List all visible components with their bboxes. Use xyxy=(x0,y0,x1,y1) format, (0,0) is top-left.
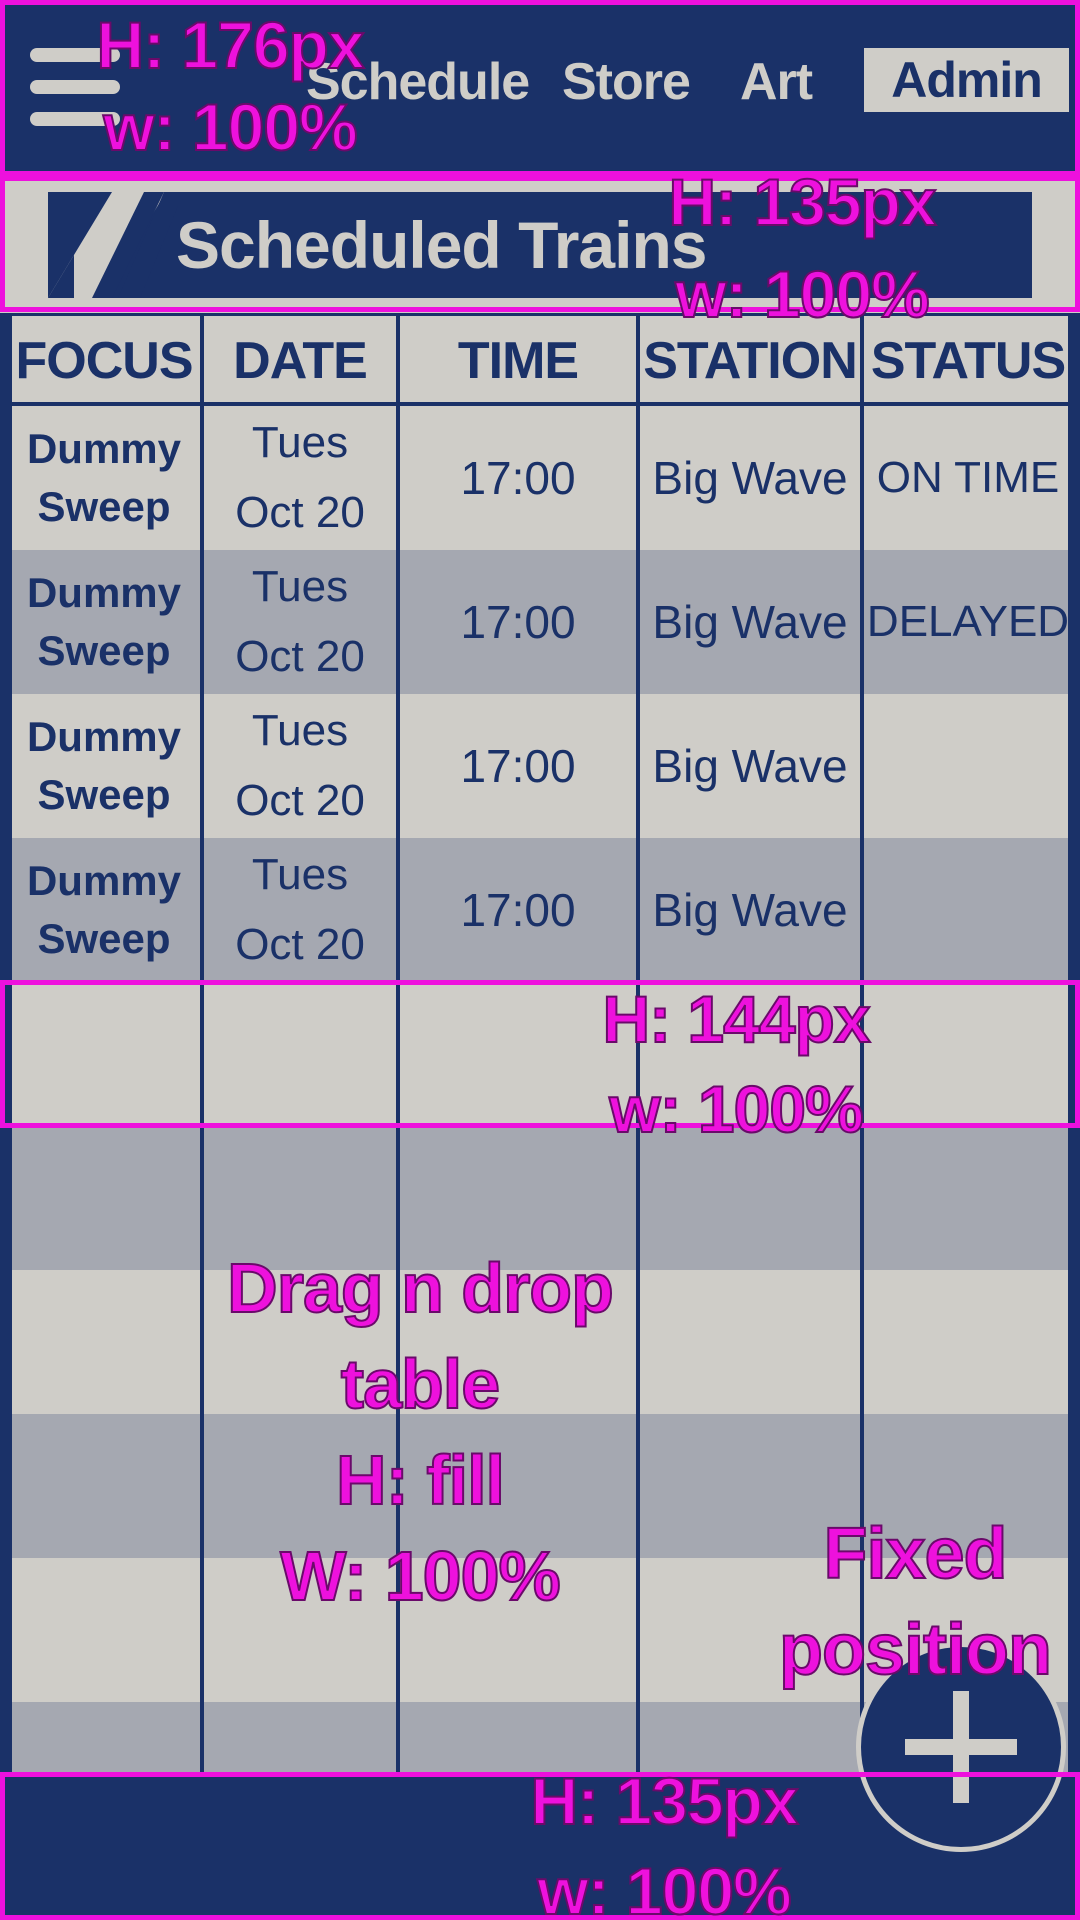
page-title: Scheduled Trains xyxy=(176,208,707,282)
annotation-footer-label: H: 135px w: 100% xyxy=(529,1763,799,1920)
date-value: Oct 20 xyxy=(235,632,365,681)
focus-line2: Sweep xyxy=(37,915,171,962)
station-cell: Big Wave xyxy=(652,884,848,936)
table-row[interactable]: Dummy Sweep Tues Oct 20 17:00 Big Wave DEL… xyxy=(8,550,1072,694)
stripes-decoration xyxy=(48,192,178,298)
admin-button[interactable]: Admin xyxy=(864,48,1069,112)
date-day: Tues xyxy=(251,850,349,899)
focus-line1: Dummy xyxy=(26,569,182,616)
date-day: Tues xyxy=(251,562,349,611)
annotation-header-label: H: 176px w: 100% xyxy=(95,7,365,165)
focus-line2: Sweep xyxy=(37,627,171,674)
empty-table-row[interactable] xyxy=(8,982,1072,1126)
date-value: Oct 20 xyxy=(235,920,365,969)
status-cell xyxy=(864,694,1072,838)
station-cell: Big Wave xyxy=(652,596,848,648)
table-row[interactable]: Dummy Sweep Tues Oct 20 17:00 Big Wave ON … xyxy=(8,406,1072,550)
table-row[interactable]: Dummy Sweep Tues Oct 20 17:00 Big Wave xyxy=(8,838,1072,982)
nav-art[interactable]: Art xyxy=(740,50,813,114)
table-row[interactable]: Dummy Sweep Tues Oct 20 17:00 Big Wave xyxy=(8,694,1072,838)
header-date[interactable]: DATE xyxy=(204,316,396,406)
status-cell: ON TIME xyxy=(876,453,1060,502)
focus-line1: Dummy xyxy=(26,713,182,760)
focus-line2: Sweep xyxy=(37,771,171,818)
station-cell: Big Wave xyxy=(652,452,848,504)
station-cell: Big Wave xyxy=(652,740,848,792)
column-divider xyxy=(8,316,12,1772)
status-cell: DELAYED xyxy=(866,597,1070,646)
annotation-table-label: Drag n drop table H: fill W: 100% xyxy=(226,1248,615,1616)
header-focus[interactable]: FOCUS xyxy=(8,316,200,406)
date-value: Oct 20 xyxy=(235,488,365,537)
time-cell: 17:00 xyxy=(460,740,576,792)
annotation-fab-label: Fixed position xyxy=(778,1513,1053,1691)
annotation-row-label: H: 144px w: 100% xyxy=(601,981,871,1147)
focus-line1: Dummy xyxy=(26,857,182,904)
date-value: Oct 20 xyxy=(235,776,365,825)
time-cell: 17:00 xyxy=(460,596,576,648)
time-cell: 17:00 xyxy=(460,884,576,936)
time-cell: 17:00 xyxy=(460,452,576,504)
date-day: Tues xyxy=(251,706,349,755)
annotation-banner-label: H: 135px w: 100% xyxy=(667,164,937,332)
status-cell xyxy=(864,838,1072,982)
header-time[interactable]: TIME xyxy=(400,316,636,406)
nav-store[interactable]: Store xyxy=(562,50,691,114)
date-day: Tues xyxy=(251,418,349,467)
focus-line2: Sweep xyxy=(37,483,171,530)
focus-line1: Dummy xyxy=(26,425,182,472)
